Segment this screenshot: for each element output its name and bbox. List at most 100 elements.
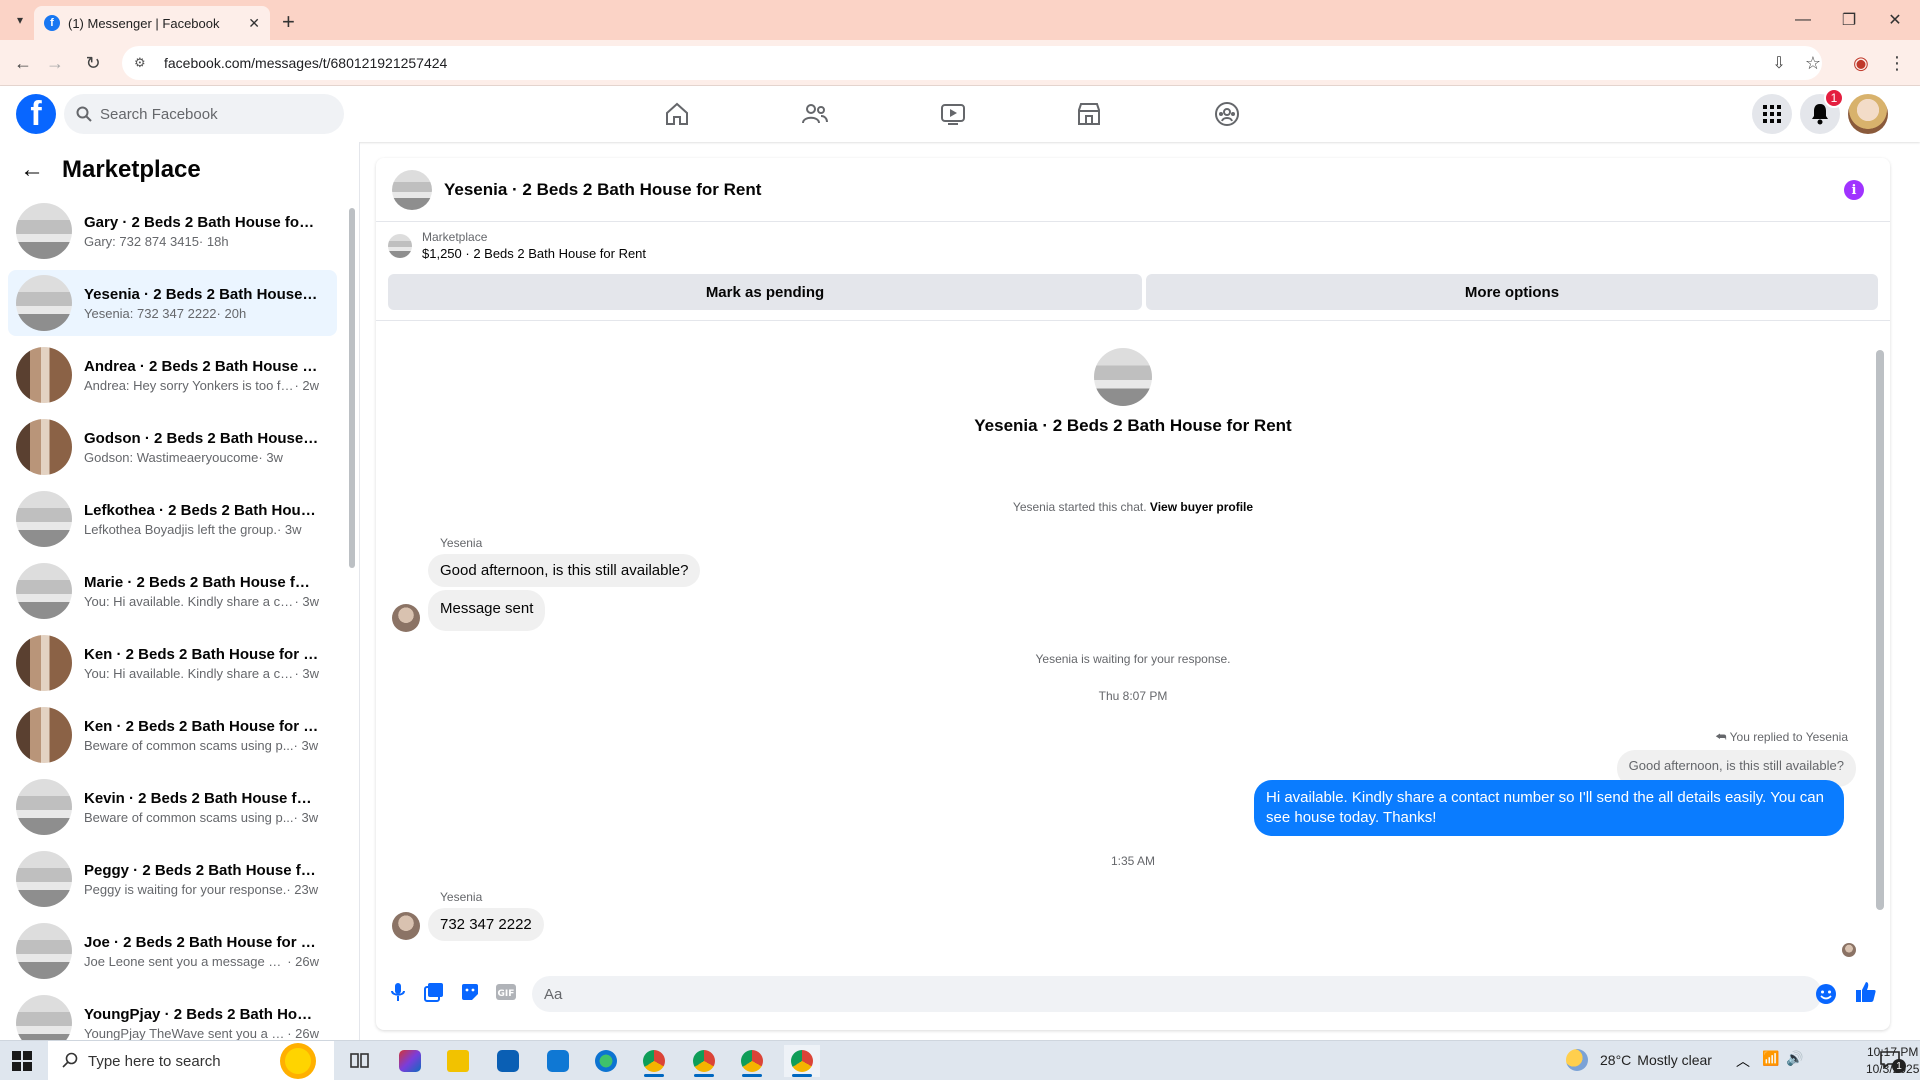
restore-button[interactable]: ❐ [1826, 6, 1872, 34]
view-buyer-profile-link[interactable]: View buyer profile [1150, 500, 1253, 514]
message-sender: Yesenia [440, 536, 483, 550]
sidebar-scrollbar[interactable] [349, 208, 355, 568]
bell-icon [1812, 104, 1828, 125]
chat-title[interactable]: Yesenia · 2 Beds 2 Bath House for Rent [444, 180, 761, 200]
install-app-icon[interactable]: ⇩ [1764, 48, 1794, 78]
taskbar-app-outlook[interactable] [540, 1045, 576, 1077]
notification-center-button[interactable]: 1 [1880, 1051, 1906, 1073]
facebook-logo[interactable]: f [16, 94, 56, 134]
taskbar-app-edge[interactable] [588, 1045, 624, 1077]
incoming-message[interactable]: 732 347 2222 [428, 908, 544, 941]
taskbar-app-chrome-profile-3[interactable] [734, 1045, 770, 1077]
temperature: 28°C [1600, 1052, 1632, 1068]
like-button[interactable] [1854, 980, 1878, 1004]
tab-search-dropdown[interactable]: ▾ [10, 10, 30, 30]
conversation-time: · 3w [294, 665, 319, 681]
conversation-item[interactable]: Joe · 2 Beds 2 Bath House for Re... Joe … [8, 918, 337, 984]
menu-button[interactable] [1752, 94, 1792, 134]
conversation-time: · 3w [293, 737, 319, 753]
address-bar[interactable]: ⚙ facebook.com/messages/t/68012192125742… [122, 46, 1822, 80]
conversation-item[interactable]: Peggy · 2 Beds 2 Bath House for... Peggy… [8, 846, 337, 912]
conversation-item[interactable]: Lefkothea · 2 Beds 2 Bath House... Lefko… [8, 486, 337, 552]
conversation-item[interactable]: Kevin · 2 Beds 2 Bath House for ... Bewa… [8, 774, 337, 840]
browser-menu-icon[interactable]: ⋮ [1882, 48, 1912, 78]
nav-video[interactable] [898, 94, 1008, 134]
attach-photo-button[interactable] [422, 980, 446, 1004]
search-highlight-sun-icon[interactable] [280, 1043, 316, 1079]
gif-button[interactable]: GIF [494, 980, 518, 1004]
conversation-time: · 18h [198, 233, 229, 249]
taskbar-app-chrome[interactable] [636, 1045, 672, 1077]
conversation-time: · 3w [258, 449, 283, 465]
conversation-item[interactable]: YoungPjay · 2 Beds 2 Bath Hous... YoungP… [8, 990, 337, 1040]
sender-avatar[interactable] [392, 912, 420, 940]
conversation-item[interactable]: Gary · 2 Beds 2 Bath House for R... Gary… [8, 198, 337, 264]
sender-avatar[interactable] [392, 604, 420, 632]
reload-button[interactable]: ↻ [78, 48, 108, 78]
message-placeholder: Aa [544, 985, 563, 1003]
start-button[interactable] [12, 1051, 32, 1071]
microphone-icon [391, 983, 405, 1001]
conversation-item-selected[interactable]: Yesenia · 2 Beds 2 Bath House fo... Yese… [8, 270, 337, 336]
bookmark-star-icon[interactable]: ☆ [1798, 48, 1828, 78]
more-options-button[interactable]: More options [1146, 274, 1878, 310]
site-info-icon[interactable]: ⚙ [134, 55, 154, 71]
nav-home[interactable] [622, 94, 732, 134]
emoji-button[interactable] [1814, 982, 1838, 1006]
show-hidden-icons-chevron-icon[interactable]: ︿ [1736, 1051, 1750, 1071]
nav-groups[interactable] [1172, 94, 1282, 134]
conversation-preview: You: Hi available. Kindly share a co... [84, 593, 295, 609]
sticker-button[interactable] [458, 980, 482, 1004]
sidebar-title: Marketplace [62, 156, 201, 183]
windows-taskbar: Type here to search 28°C Mostly clear ︿ … [0, 1040, 1920, 1080]
m365-icon [399, 1050, 421, 1072]
message-input[interactable]: Aa [532, 976, 1822, 1012]
speaker-icon[interactable]: 🔊 [1786, 1050, 1803, 1067]
conversation-time: · 2w [294, 377, 319, 393]
taskbar-app-m365[interactable] [392, 1045, 428, 1077]
conversation-item[interactable]: Godson · 2 Beds 2 Bath House f... Godson… [8, 414, 337, 480]
back-button[interactable]: ← [8, 48, 38, 78]
incoming-message[interactable]: Good afternoon, is this still available? [428, 554, 701, 587]
listing-small-thumbnail [388, 233, 412, 258]
info-icon[interactable]: i [1844, 180, 1864, 200]
taskbar-app-chrome-profile-2[interactable] [686, 1045, 722, 1077]
listing-thumbnail [16, 347, 72, 403]
chrome-icon [791, 1050, 813, 1072]
conversation-item[interactable]: Ken · 2 Beds 2 Bath House for R... Bewar… [8, 702, 337, 768]
listing-detail: $1,250 · 2 Beds 2 Bath House for Rent [422, 246, 647, 261]
conversation-item[interactable]: Ken · 2 Beds 2 Bath House for R... You: … [8, 630, 337, 696]
outlook-icon [547, 1050, 569, 1072]
minimize-button[interactable]: — [1780, 6, 1826, 34]
listing-summary[interactable]: Marketplace $1,250 · 2 Beds 2 Bath House… [388, 230, 646, 261]
outgoing-message[interactable]: Hi available. Kindly share a contact num… [1254, 780, 1844, 836]
nav-marketplace[interactable] [1034, 94, 1144, 134]
conversation-item[interactable]: Andrea · 2 Beds 2 Bath House fo... Andre… [8, 342, 337, 408]
back-arrow-icon[interactable]: ← [20, 156, 44, 184]
listing-thumbnail[interactable] [392, 169, 432, 210]
profile-icon[interactable]: ◉ [1846, 48, 1876, 78]
taskbar-app-file-explorer[interactable] [440, 1045, 476, 1077]
account-avatar[interactable] [1848, 94, 1888, 134]
close-tab-icon[interactable]: ✕ [248, 15, 260, 32]
forward-button[interactable]: → [40, 48, 70, 78]
incoming-message[interactable]: Message sent [428, 590, 546, 631]
taskbar-app-store[interactable] [490, 1045, 526, 1077]
close-window-button[interactable]: ✕ [1872, 6, 1918, 34]
voice-clip-button[interactable] [386, 980, 410, 1004]
conversation-item[interactable]: Marie · 2 Beds 2 Bath House for ... You:… [8, 558, 337, 624]
taskbar-app-chrome-profile-4[interactable] [784, 1045, 820, 1077]
task-view-button[interactable] [342, 1045, 378, 1077]
facebook-search-input[interactable]: Search Facebook [64, 94, 344, 134]
weather-widget[interactable]: 28°C Mostly clear [1566, 1049, 1712, 1071]
conversation-preview: You: Hi available. Kindly share a co... [84, 665, 295, 681]
listing-source: Marketplace [422, 230, 488, 244]
browser-tab-messenger[interactable]: f (1) Messenger | Facebook ✕ [34, 6, 270, 40]
chat-started-note: Yesenia started this chat. View buyer pr… [376, 500, 1890, 514]
conversation-time: · 3w [294, 593, 319, 609]
wifi-icon[interactable]: 📶 [1762, 1050, 1779, 1067]
new-tab-button[interactable]: + [282, 9, 295, 35]
mark-as-pending-button[interactable]: Mark as pending [388, 274, 1142, 310]
nav-friends[interactable] [760, 94, 870, 134]
thumbs-up-icon [1856, 982, 1876, 1002]
